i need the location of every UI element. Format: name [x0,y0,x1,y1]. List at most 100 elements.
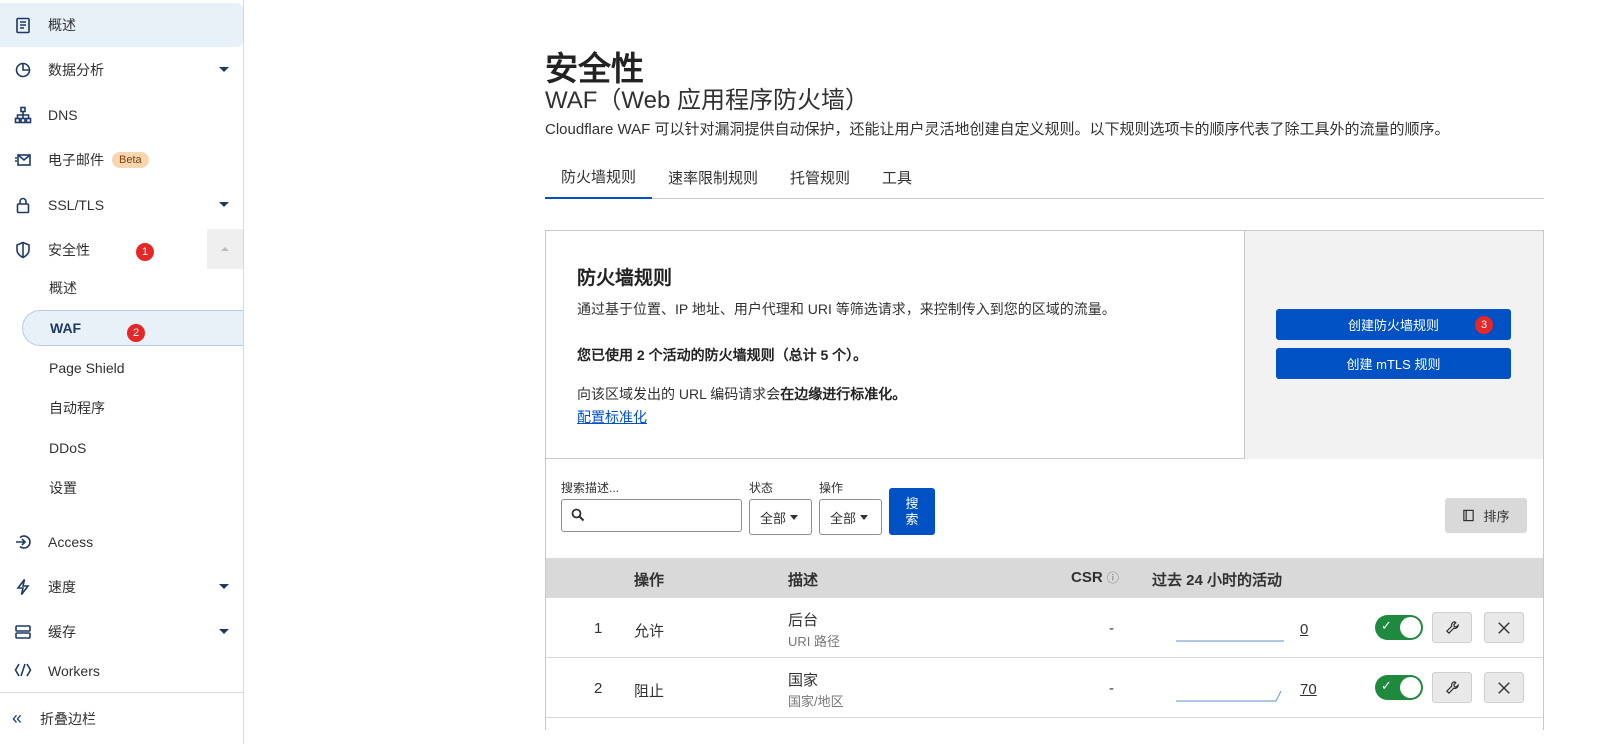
page-description: Cloudflare WAF 可以针对漏洞提供自动保护，还能让用户灵活地创建自定… [545,121,1450,138]
header-csr-label: CSR [1071,569,1103,586]
chevron-down-icon [219,584,229,589]
row-action: 阻止 [634,683,665,700]
chevron-down-icon [219,202,229,207]
tab-managed-rules[interactable]: 托管规则 [774,156,866,199]
tab-bar: 防火墙规则 速率限制规则 托管规则 工具 [545,156,1544,199]
configure-normalization-link[interactable]: 配置标准化 [577,407,647,427]
table-row: 2 阻止 国家 国家/地区 - 70 ✓ [546,658,1543,718]
row-csr: - [1109,620,1114,637]
check-icon: ✓ [1381,618,1392,633]
delete-rule-button[interactable] [1484,672,1524,703]
pie-chart-icon [14,61,32,79]
create-firewall-rule-label: 创建防火墙规则 [1347,318,1439,333]
row-action: 允许 [634,623,665,640]
page-subtitle: WAF（Web 应用程序防火墙） [545,87,870,114]
edit-rule-button[interactable] [1432,612,1472,643]
sidebar-subitem-overview[interactable]: 概述 [49,270,77,306]
action-select[interactable]: 全部 [819,499,882,535]
clipboard-icon [14,16,32,34]
collapse-section-button[interactable] [207,229,243,269]
chevron-down-icon [860,514,869,520]
sidebar-item-label: 速度 [48,579,76,595]
sidebar-item-label: 电子邮件 [48,152,104,168]
header-description: 描述 [788,572,819,589]
search-button-label: 搜索 [905,495,919,527]
cache-icon [14,623,32,641]
row-index: 1 [594,620,603,637]
activity-count-link[interactable]: 0 [1300,621,1308,638]
sidebar-subitem-settings[interactable]: 设置 [49,470,77,506]
workers-icon [14,661,32,679]
search-input[interactable] [561,499,742,532]
header-action: 操作 [634,572,665,589]
create-mtls-rule-button[interactable]: 创建 mTLS 规则 [1276,348,1511,379]
toggle-knob [1400,677,1421,698]
sidebar-item-ssl-tls[interactable]: SSL/TLS [0,183,243,227]
wrench-icon [1445,621,1459,634]
sidebar-subitem-ddos[interactable]: DDoS [49,430,86,466]
sidebar-item-overview[interactable]: 概述 [0,3,243,47]
activity-sparkline [1176,690,1282,702]
info-icon[interactable]: ⓘ [1107,571,1119,585]
check-icon: ✓ [1381,678,1392,693]
card-actions-panel: 创建防火墙规则 3 创建 mTLS 规则 [1244,231,1543,459]
sidebar-item-label: Access [48,534,94,550]
close-icon [1498,621,1510,634]
sidebar-item-label: 缓存 [48,624,76,640]
step-badge: 2 [127,324,145,342]
step-badge: 1 [136,243,154,261]
collapse-sidebar-label: 折叠边栏 [40,710,97,727]
sidebar-item-speed[interactable]: 速度 [0,565,243,609]
sidebar-item-email[interactable]: 电子邮件 Beta [0,138,243,182]
lock-icon [14,196,32,214]
toggle-knob [1400,617,1421,638]
shield-icon [14,241,32,259]
lightning-icon [14,578,32,596]
action-label: 操作 [819,481,844,495]
beta-badge: Beta [112,152,149,168]
url-normalization-text: 向该区域发出的 URL 编码请求会在边缘进行标准化。 [577,384,906,404]
firewall-rules-card: 防火墙规则 通过基于位置、IP 地址、用户代理和 URI 等筛选请求，来控制传入… [545,230,1544,730]
access-icon [14,533,32,551]
rule-enabled-toggle[interactable]: ✓ [1375,615,1423,640]
step-badge: 3 [1475,316,1493,334]
tab-rate-limiting[interactable]: 速率限制规则 [652,156,774,199]
search-button[interactable]: 搜索 [889,488,935,535]
sort-button[interactable]: 排序 [1445,498,1527,533]
card-description: 通过基于位置、IP 地址、用户代理和 URI 等筛选请求，来控制传入到您的区域的… [577,301,1116,317]
sidebar-item-workers[interactable]: Workers [0,655,243,679]
sidebar-item-label: 安全性 [48,242,90,258]
sidebar-item-access[interactable]: Access [0,520,243,564]
collapse-sidebar-button[interactable]: « 折叠边栏 [0,692,243,744]
sidebar-subitem-page-shield[interactable]: Page Shield [49,350,125,386]
usage-summary: 您已使用 2 个活动的防火墙规则（总计 5 个）。 [577,347,868,363]
row-description: 后台 [788,612,819,629]
sidebar-subitem-bots[interactable]: 自动程序 [49,390,105,426]
sidebar: 概述 数据分析 DNS 电子邮件 Beta SSL/TLS 安全性 1 概述 W… [0,0,244,744]
sidebar-item-analytics[interactable]: 数据分析 [0,48,243,92]
sidebar-subitem-label: WAF [50,320,82,336]
network-icon [14,106,32,124]
tab-tools[interactable]: 工具 [866,156,928,199]
delete-rule-button[interactable] [1484,612,1524,643]
email-icon [14,151,32,169]
search-icon [571,508,585,522]
edit-rule-button[interactable] [1432,672,1472,703]
wrench-icon [1445,681,1459,694]
sort-button-label: 排序 [1483,509,1510,524]
close-icon [1498,681,1510,694]
sidebar-item-cache[interactable]: 缓存 [0,610,243,654]
row-csr: - [1109,680,1114,697]
chevron-down-icon [219,629,229,634]
activity-sparkline [1176,640,1284,642]
status-select[interactable]: 全部 [749,499,812,535]
rule-enabled-toggle[interactable]: ✓ [1375,675,1423,700]
tab-firewall-rules[interactable]: 防火墙规则 [545,156,653,199]
sidebar-item-label: SSL/TLS [48,197,105,213]
double-chevron-left-icon: « [12,708,23,728]
row-index: 2 [594,680,603,697]
row-field: 国家/地区 [788,694,844,709]
activity-count-link[interactable]: 70 [1300,681,1317,698]
sidebar-item-dns[interactable]: DNS [0,93,243,137]
table-header: 操作 描述 CSR ⓘ 过去 24 小时的活动 [546,558,1543,598]
